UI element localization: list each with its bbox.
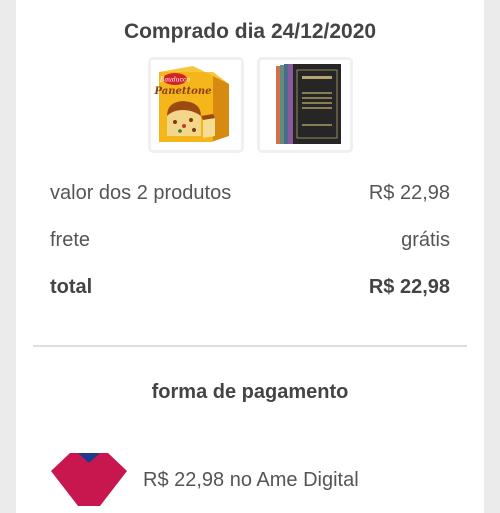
- product-box-text: Panettone: [153, 86, 211, 97]
- payment-method-row: R$ 22,98 no Ame Digital: [50, 451, 359, 509]
- shipping-value: grátis: [401, 229, 450, 251]
- product-thumbnails: Bauducco Panettone: [16, 57, 484, 153]
- product-thumb-books[interactable]: [256, 57, 353, 153]
- total-row: total R$ 22,98: [50, 276, 450, 299]
- total-label: total: [50, 276, 93, 298]
- book-box-set-image: [275, 64, 341, 144]
- payment-method-text: R$ 22,98 no Ame Digital: [143, 468, 359, 491]
- order-details-card: Comprado dia 24/12/2020 Bauducco Panetto…: [16, 0, 484, 513]
- purchase-date-title: Comprado dia 24/12/2020: [123, 20, 377, 43]
- section-divider: [33, 345, 467, 347]
- products-value-row: valor dos 2 produtos R$ 22,98: [50, 182, 450, 205]
- products-value-label: valor dos 2 produtos: [50, 182, 232, 204]
- panettone-box-image: Bauducco Panettone: [153, 66, 229, 142]
- payment-method-title: forma de pagamento: [151, 381, 349, 403]
- total-value: R$ 22,98: [368, 276, 450, 298]
- products-value-amount: R$ 22,98: [368, 182, 450, 204]
- brand-logo-text: Bauducco: [159, 77, 190, 84]
- shipping-label: frete: [50, 229, 91, 251]
- ame-digital-logo-icon: [51, 453, 127, 506]
- shipping-row: frete grátis: [50, 229, 450, 252]
- product-thumb-panettone[interactable]: Bauducco Panettone: [147, 57, 244, 153]
